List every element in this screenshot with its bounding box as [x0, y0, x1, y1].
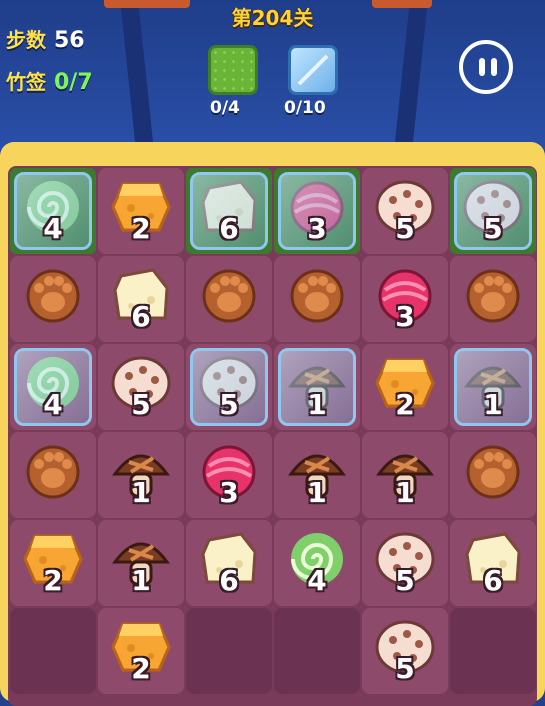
- board-cell[interactable]: [450, 256, 536, 342]
- piece-count: 1: [307, 476, 327, 509]
- board-cell[interactable]: [186, 256, 272, 342]
- board-cell[interactable]: 4: [274, 520, 360, 606]
- steps-label: 步数: [6, 28, 46, 52]
- piece-count: 6: [219, 212, 239, 245]
- piece-count: 2: [395, 388, 415, 421]
- board-cell[interactable]: [10, 432, 96, 518]
- board-cell[interactable]: [186, 608, 272, 694]
- top-panel: 第204关 步数 56 竹签 0/7 0/4 0/10: [0, 0, 545, 150]
- board-cell[interactable]: 1: [450, 344, 536, 430]
- piece-count: 5: [395, 652, 415, 685]
- board-cell[interactable]: 2: [362, 344, 448, 430]
- paw-cookie-icon: [199, 266, 259, 324]
- board-cell[interactable]: 3: [274, 168, 360, 254]
- board-cell[interactable]: 2: [98, 608, 184, 694]
- board-cell[interactable]: 6: [450, 520, 536, 606]
- board-cell[interactable]: [10, 256, 96, 342]
- grass-tile-icon: [208, 45, 258, 95]
- piece-count: 1: [131, 476, 151, 509]
- ice-tile-icon: [288, 45, 338, 95]
- board-cell[interactable]: 5: [450, 168, 536, 254]
- bamboo-label: 竹签: [6, 70, 46, 94]
- steps-counter: 步数 56: [6, 24, 85, 53]
- board-cell[interactable]: [274, 256, 360, 342]
- board-cell[interactable]: 5: [186, 344, 272, 430]
- piece-count: 6: [219, 564, 239, 597]
- game-board-frame: 4 2 6 3 5 5 6 3 4 5 5 1 2 1 1 3 1 1 2 1 6 4 5 6 2 5: [0, 142, 545, 706]
- bamboo-counter: 竹签 0/7: [6, 66, 93, 95]
- piece-count: 5: [219, 388, 239, 421]
- paw-cookie-icon: [23, 442, 83, 500]
- board-cell[interactable]: 1: [274, 344, 360, 430]
- piece-count: 3: [395, 300, 415, 333]
- board-cell[interactable]: 2: [10, 520, 96, 606]
- paw-cookie-icon: [463, 442, 523, 500]
- steps-value: 56: [54, 28, 85, 53]
- board-cell[interactable]: 1: [98, 432, 184, 518]
- board-cell[interactable]: 5: [98, 344, 184, 430]
- paw-cookie-icon: [23, 266, 83, 324]
- goal-grass-count: 0/4: [210, 98, 240, 118]
- piece-count: 3: [307, 212, 327, 245]
- piece-count: 1: [131, 564, 151, 597]
- piece-count: 2: [43, 564, 63, 597]
- board-cell[interactable]: 1: [362, 432, 448, 518]
- paw-cookie-icon: [463, 266, 523, 324]
- board-cell[interactable]: 4: [10, 168, 96, 254]
- paw-cookie-icon: [287, 266, 347, 324]
- board-cell[interactable]: 2: [98, 168, 184, 254]
- board-cell[interactable]: 6: [186, 168, 272, 254]
- piece-count: 5: [395, 212, 415, 245]
- pause-button[interactable]: [459, 40, 513, 94]
- piece-count: 6: [483, 564, 503, 597]
- board-cell[interactable]: [274, 608, 360, 694]
- piece-count: 2: [131, 212, 151, 245]
- board-cell[interactable]: 4: [10, 344, 96, 430]
- bamboo-value: 0/7: [54, 70, 93, 95]
- piece-count: 5: [131, 388, 151, 421]
- board-cell[interactable]: 5: [362, 608, 448, 694]
- piece-count: 1: [483, 388, 503, 421]
- board-cell[interactable]: 3: [186, 432, 272, 518]
- board-cell[interactable]: [10, 608, 96, 694]
- goal-ice-count: 0/10: [284, 98, 326, 118]
- piece-count: 4: [43, 388, 63, 421]
- pause-icon: [479, 58, 485, 76]
- piece-count: 6: [131, 300, 151, 333]
- piece-count: 2: [131, 652, 151, 685]
- board-cell[interactable]: [450, 432, 536, 518]
- piece-count: 4: [43, 212, 63, 245]
- piece-count: 4: [307, 564, 327, 597]
- piece-count: 1: [395, 476, 415, 509]
- board-cell[interactable]: 3: [362, 256, 448, 342]
- piece-count: 5: [395, 564, 415, 597]
- piece-count: 1: [307, 388, 327, 421]
- piece-count: 5: [483, 212, 503, 245]
- game-board: 4 2 6 3 5 5 6 3 4 5 5 1 2 1 1 3 1 1 2 1 6 4 5 6 2 5: [8, 166, 537, 706]
- board-cell[interactable]: 6: [186, 520, 272, 606]
- board-cell[interactable]: 1: [98, 520, 184, 606]
- board-cell[interactable]: [450, 608, 536, 694]
- board-cell[interactable]: 1: [274, 432, 360, 518]
- piece-count: 3: [219, 476, 239, 509]
- board-cell[interactable]: 5: [362, 520, 448, 606]
- board-cell[interactable]: 6: [98, 256, 184, 342]
- board-cell[interactable]: 5: [362, 168, 448, 254]
